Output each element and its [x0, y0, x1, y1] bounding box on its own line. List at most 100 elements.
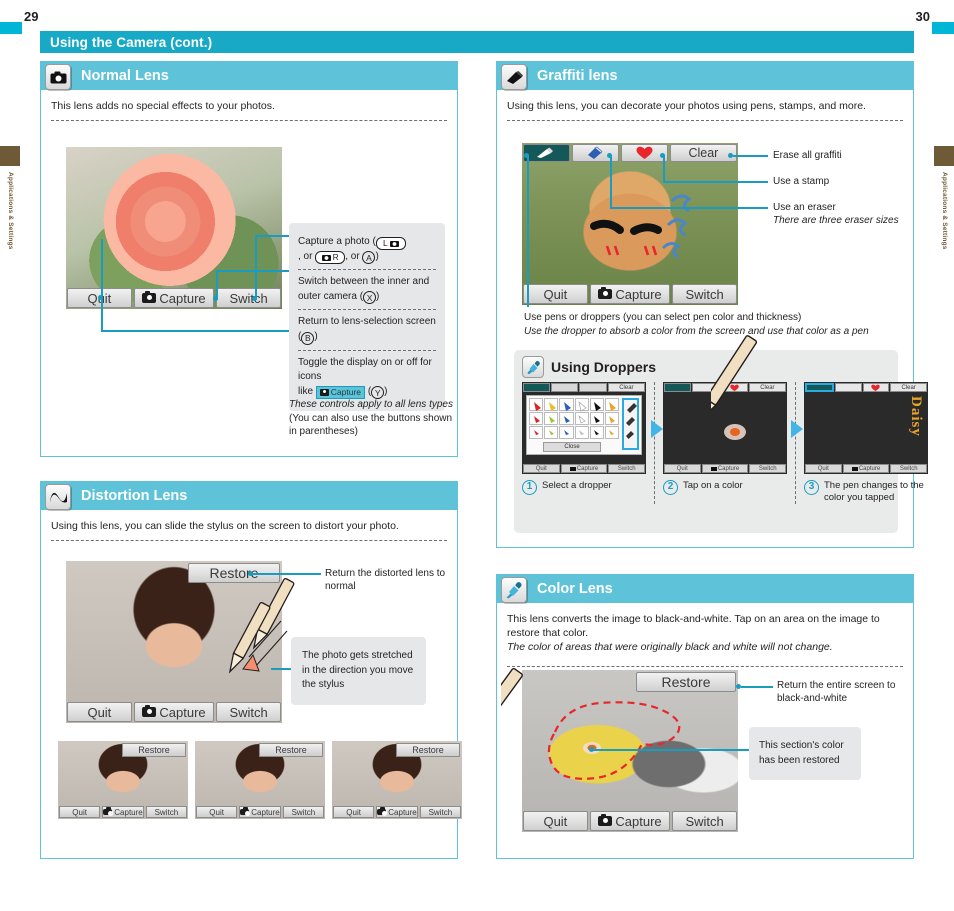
- leader-dot-switch: [213, 296, 218, 301]
- switch-button[interactable]: Switch: [890, 464, 927, 473]
- switch-button[interactable]: Switch: [749, 464, 786, 473]
- color-lens-lead-1: This lens converts the image to black-an…: [507, 613, 880, 640]
- r-shoulder-pill: R: [315, 250, 346, 264]
- section-color-lens: Color Lens This lens converts the image …: [496, 574, 914, 859]
- camera-icon: [598, 287, 613, 299]
- distortion-thumbnail-3: Restore Quit Capture Switch: [332, 741, 462, 819]
- screen-bottom-bar: Quit Capture Switch: [522, 283, 738, 305]
- normal-lens-lead: This lens adds no special effects to you…: [51, 100, 275, 112]
- side-tab-swatch: [934, 146, 954, 166]
- capture-button[interactable]: Capture: [102, 806, 144, 818]
- quit-button[interactable]: Quit: [333, 806, 375, 818]
- leader-line-capture: [255, 235, 291, 237]
- quit-button[interactable]: Quit: [67, 702, 132, 722]
- callout-stamp: Use a stamp: [773, 176, 830, 187]
- capture-button[interactable]: Capture: [589, 284, 671, 304]
- switch-button[interactable]: Switch: [419, 806, 461, 818]
- eraser-tool-button[interactable]: [551, 383, 579, 392]
- leader-line-stamp-v: [663, 155, 665, 182]
- screen-bottom-bar: Quit Capture Switch: [522, 463, 646, 474]
- screen-bottom-bar: Quit Capture Switch: [663, 463, 787, 474]
- dropper-step-3-caption: 3 The pen changes to the color you tappe…: [804, 480, 928, 504]
- section-title-distortion-lens: Distortion Lens: [81, 488, 188, 504]
- section-normal-lens: Normal Lens This lens adds no special ef…: [40, 61, 458, 457]
- using-droppers-title: Using Droppers: [551, 359, 657, 375]
- dropper-step-1-caption: 1 Select a dropper: [522, 480, 646, 495]
- clear-button[interactable]: Clear: [890, 383, 927, 392]
- capture-button[interactable]: Capture: [842, 464, 890, 473]
- section-header-color-lens: Color Lens: [497, 575, 913, 603]
- quit-button[interactable]: Quit: [196, 806, 238, 818]
- callout-restore: Return the entire screen to black-and-wh…: [777, 680, 896, 705]
- capture-button[interactable]: Capture: [589, 811, 671, 831]
- callout-stretch: The photo gets stretched in the directio…: [291, 637, 426, 705]
- camera-icon: [45, 64, 71, 90]
- step-caption-text: Select a dropper: [542, 480, 612, 491]
- switch-button[interactable]: Switch: [145, 806, 187, 818]
- capture-button[interactable]: Capture: [560, 464, 608, 473]
- quit-button[interactable]: Quit: [805, 464, 842, 473]
- quit-button[interactable]: Quit: [664, 464, 701, 473]
- stamp-tool-button[interactable]: [862, 383, 890, 392]
- normal-lens-screen: Quit Capture Switch: [66, 147, 282, 309]
- page-title: Using the Camera (cont.): [40, 31, 914, 53]
- callout-toggle: Toggle the display on or off for icons l…: [298, 351, 436, 405]
- callout-eraser: Use an eraser: [773, 202, 836, 213]
- camera-icon: [598, 814, 613, 826]
- graffiti-note-1: Use pens or droppers (you can select pen…: [524, 312, 802, 323]
- callout-clear: Erase all graffiti: [773, 150, 842, 161]
- capture-chip-icon: Capture: [315, 385, 366, 399]
- capture-button[interactable]: Capture: [701, 464, 749, 473]
- pen-tool-button[interactable]: [805, 383, 834, 392]
- graffiti-lens-screen: Clear Quit Capture Switch: [522, 143, 738, 305]
- leader-line-restored: [593, 749, 749, 751]
- pen-tool-button[interactable]: [523, 383, 551, 392]
- leader-dot-pen: [524, 153, 529, 158]
- switch-button[interactable]: Switch: [216, 702, 281, 722]
- dropper-icon: [501, 577, 527, 603]
- capture-button[interactable]: Capture: [239, 806, 281, 818]
- stamp-tool-button[interactable]: [579, 383, 607, 392]
- section-body-distortion-lens: Using this lens, you can slide the stylu…: [41, 510, 457, 551]
- normal-lens-callout-box: Capture a photo (L, or R, or A) Switch b…: [289, 223, 445, 412]
- dropper-column-highlight[interactable]: [622, 398, 639, 450]
- leader-dot-clear: [728, 153, 733, 158]
- distortion-thumbnail-1: Restore Quit Capture Switch: [58, 741, 188, 819]
- restore-button[interactable]: Restore: [396, 743, 460, 757]
- switch-button[interactable]: Switch: [672, 811, 737, 831]
- leader-dot-restore: [736, 684, 741, 689]
- quit-button[interactable]: Quit: [523, 464, 560, 473]
- capture-button[interactable]: Capture: [133, 288, 215, 308]
- leader-line-stretch: [271, 668, 293, 670]
- switch-button[interactable]: Switch: [282, 806, 324, 818]
- wave-icon: [45, 484, 71, 510]
- camera-icon: [710, 466, 717, 471]
- graffiti-lens-lead: Using this lens, you can decorate your p…: [507, 100, 866, 112]
- callout-return-text: Return to lens-selection screen (: [298, 316, 436, 342]
- using-droppers-box: Using Droppers Clear Close Quit Capture …: [514, 350, 928, 533]
- quit-button[interactable]: Quit: [523, 811, 588, 831]
- section-title-color-lens: Color Lens: [537, 581, 613, 597]
- leader-dot-stamp: [660, 153, 665, 158]
- graffiti-tool-bar: Clear: [804, 382, 928, 393]
- daisy-graffiti-text: Daisy: [908, 396, 924, 437]
- switch-button[interactable]: Switch: [608, 464, 645, 473]
- close-button[interactable]: Close: [543, 442, 601, 452]
- switch-button[interactable]: Switch: [672, 284, 737, 304]
- restore-button[interactable]: Restore: [259, 743, 323, 757]
- clear-button[interactable]: Clear: [607, 383, 646, 392]
- step-number: 2: [663, 480, 678, 495]
- restore-button[interactable]: Restore: [122, 743, 186, 757]
- screen-bottom-bar: Quit Capture Switch: [58, 805, 188, 819]
- callout-eraser-note: There are three eraser sizes: [773, 215, 899, 226]
- quit-button[interactable]: Quit: [59, 806, 101, 818]
- side-tab-left: Applications & Settings: [0, 146, 20, 250]
- divider: [507, 120, 903, 122]
- leader-line-stamp-h: [663, 181, 768, 183]
- switch-button[interactable]: Switch: [216, 288, 281, 308]
- eraser-tool-button[interactable]: [834, 383, 862, 392]
- capture-button[interactable]: Capture: [376, 806, 418, 818]
- quit-button[interactable]: Quit: [523, 284, 588, 304]
- side-tab-label: Applications & Settings: [7, 172, 14, 250]
- capture-button[interactable]: Capture: [133, 702, 215, 722]
